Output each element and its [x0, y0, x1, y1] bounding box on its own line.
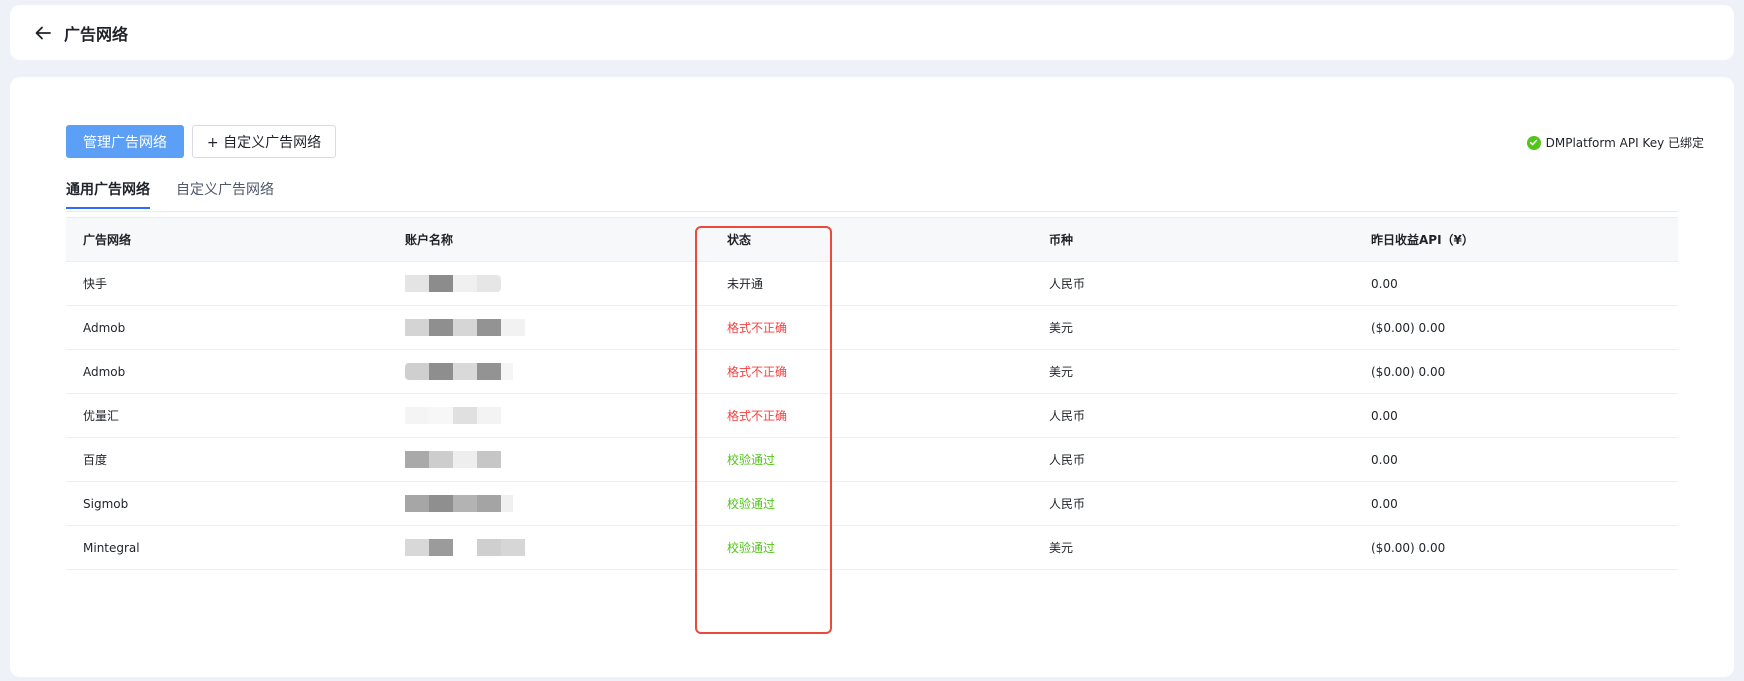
revenue-cell: 0.00: [1371, 408, 1398, 423]
table-row[interactable]: Mintegral 校验通过 美元 ($0.00) 0.00: [66, 526, 1678, 570]
status-cell: 校验通过: [727, 541, 776, 555]
revenue-cell: 0.00: [1371, 276, 1398, 291]
network-cell: Admob: [83, 320, 126, 335]
table-row[interactable]: 优量汇 格式不正确 人民币 0.00: [66, 394, 1678, 438]
status-cell: 未开通: [727, 277, 764, 291]
network-cell: 百度: [83, 453, 108, 467]
api-key-status-text: DMPlatform API Key 已绑定: [1545, 136, 1704, 150]
currency-cell: 美元: [1049, 365, 1074, 379]
tab-general-ad-networks[interactable]: 通用广告网络: [66, 179, 150, 209]
account-cell-redacted: [388, 363, 710, 380]
revenue-cell: 0.00: [1371, 496, 1398, 511]
account-cell-redacted: [388, 407, 710, 424]
column-header-network: 广告网络: [83, 233, 132, 247]
currency-cell: 美元: [1049, 541, 1074, 555]
status-cell: 格式不正确: [727, 365, 788, 379]
account-cell-redacted: [388, 275, 710, 292]
currency-cell: 人民币: [1049, 497, 1086, 511]
currency-cell: 人民币: [1049, 409, 1086, 423]
currency-cell: 美元: [1049, 321, 1074, 335]
account-cell-redacted: [388, 451, 710, 468]
tab-bar: 通用广告网络 自定义广告网络: [66, 179, 1678, 212]
column-header-status: 状态: [727, 233, 752, 247]
header-bar: 广告网络: [10, 5, 1734, 60]
manage-ad-networks-button[interactable]: 管理广告网络: [66, 125, 184, 158]
table-row[interactable]: Sigmob 校验通过 人民币 0.00: [66, 482, 1678, 526]
status-cell: 格式不正确: [727, 321, 788, 335]
column-header-currency: 币种: [1049, 233, 1074, 247]
status-cell: 格式不正确: [727, 409, 788, 423]
column-header-revenue: 昨日收益API（¥）: [1371, 233, 1474, 247]
table-row[interactable]: Admob 格式不正确 美元 ($0.00) 0.00: [66, 350, 1678, 394]
network-cell: 快手: [83, 277, 108, 291]
revenue-cell: 0.00: [1371, 452, 1398, 467]
table-header: 广告网络 账户名称 状态 币种 昨日收益API（¥）: [66, 217, 1678, 262]
revenue-cell: ($0.00) 0.00: [1371, 320, 1446, 335]
page-title: 广告网络: [64, 24, 129, 44]
revenue-cell: ($0.00) 0.00: [1371, 540, 1446, 555]
account-cell-redacted: [388, 319, 710, 336]
status-cell: 校验通过: [727, 453, 776, 467]
ad-network-table: 广告网络 账户名称 状态 币种 昨日收益API（¥） 快手 未开通 人民币 0.…: [66, 217, 1678, 570]
status-cell: 校验通过: [727, 497, 776, 511]
main-card: 管理广告网络 + 自定义广告网络 DMPlatform API Key 已绑定 …: [10, 77, 1734, 677]
account-cell-redacted: [388, 539, 710, 556]
table-row[interactable]: 百度 校验通过 人民币 0.00: [66, 438, 1678, 482]
network-cell: Admob: [83, 364, 126, 379]
currency-cell: 人民币: [1049, 453, 1086, 467]
network-cell: Mintegral: [83, 540, 140, 555]
table-row[interactable]: 快手 未开通 人民币 0.00: [66, 262, 1678, 306]
check-circle-icon: [1526, 135, 1541, 150]
account-cell-redacted: [388, 495, 710, 512]
network-cell: 优量汇: [83, 409, 120, 423]
back-arrow-icon[interactable]: [30, 20, 56, 46]
currency-cell: 人民币: [1049, 277, 1086, 291]
api-key-status: DMPlatform API Key 已绑定: [1526, 134, 1704, 151]
table-row[interactable]: Admob 格式不正确 美元 ($0.00) 0.00: [66, 306, 1678, 350]
network-cell: Sigmob: [83, 496, 129, 511]
column-header-account: 账户名称: [405, 233, 454, 247]
custom-ad-network-button[interactable]: + 自定义广告网络: [192, 125, 336, 158]
tab-custom-ad-networks[interactable]: 自定义广告网络: [176, 179, 274, 207]
revenue-cell: ($0.00) 0.00: [1371, 364, 1446, 379]
